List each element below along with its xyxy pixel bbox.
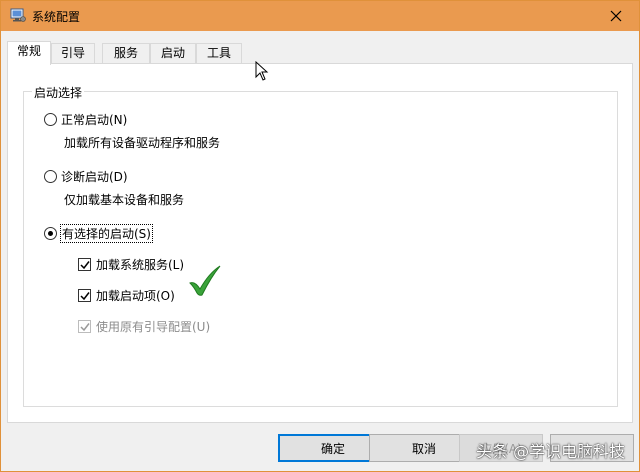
use-original-boot-config-label: 使用原有引导配置(U) <box>96 320 211 334</box>
checkmark-icon <box>79 260 90 269</box>
checkbox-indicator[interactable] <box>78 289 91 302</box>
load-system-services-label: 加载系统服务(L) <box>96 258 185 272</box>
checkbox-indicator-disabled <box>78 320 91 333</box>
tab-general[interactable]: 常规 <box>7 41 51 65</box>
use-original-boot-config-checkbox: 使用原有引导配置(U) <box>78 318 210 335</box>
normal-startup-label: 正常启动(N) <box>61 113 128 127</box>
close-button[interactable] <box>593 1 639 31</box>
window-title: 系统配置 <box>32 10 81 24</box>
checkmark-icon <box>79 291 90 300</box>
diagnostic-startup-radio[interactable]: 诊断启动(D) <box>44 168 128 185</box>
load-startup-items-label: 加载启动项(O) <box>96 289 175 303</box>
radio-indicator[interactable] <box>44 170 57 183</box>
normal-startup-desc: 加载所有设备驱动程序和服务 <box>64 136 221 150</box>
radio-indicator-checked[interactable] <box>44 227 57 240</box>
close-icon <box>610 10 622 22</box>
tab-tools[interactable]: 工具 <box>196 43 242 64</box>
diagnostic-startup-desc: 仅加载基本设备和服务 <box>64 193 185 207</box>
group-legend: 启动选择 <box>32 84 85 101</box>
selective-startup-radio[interactable]: 有选择的启动(S) <box>44 224 153 243</box>
tab-startup[interactable]: 启动 <box>150 43 196 64</box>
mouse-cursor-icon <box>255 61 269 81</box>
tab-boot[interactable]: 引导 <box>51 43 95 64</box>
title-bar[interactable]: 系统配置 <box>1 1 639 31</box>
watermark: 头条 @学识电脑科技 <box>476 442 626 461</box>
load-system-services-checkbox[interactable]: 加载系统服务(L) <box>78 256 184 273</box>
startup-selection-group: 启动选择 正常启动(N) 加载所有设备驱动程序和服务 诊断启动(D) 仅加载基本… <box>23 84 618 407</box>
msconfig-app-icon <box>10 8 26 22</box>
selective-startup-label: 有选择的启动(S) <box>60 224 153 243</box>
green-checkmark-icon <box>189 265 221 296</box>
radio-indicator[interactable] <box>44 113 57 126</box>
checkmark-icon <box>79 322 90 331</box>
load-startup-items-checkbox[interactable]: 加载启动项(O) <box>78 287 175 304</box>
tab-services[interactable]: 服务 <box>102 43 150 64</box>
normal-startup-radio[interactable]: 正常启动(N) <box>44 111 127 128</box>
diagnostic-startup-label: 诊断启动(D) <box>61 170 128 184</box>
checkbox-indicator[interactable] <box>78 258 91 271</box>
general-tab-panel: 启动选择 正常启动(N) 加载所有设备驱动程序和服务 诊断启动(D) 仅加载基本… <box>7 63 633 423</box>
system-config-window: 系统配置 常规 引导 服务 启动 工具 启动选择 正常启动(N) 加载所有设备驱… <box>0 0 640 472</box>
